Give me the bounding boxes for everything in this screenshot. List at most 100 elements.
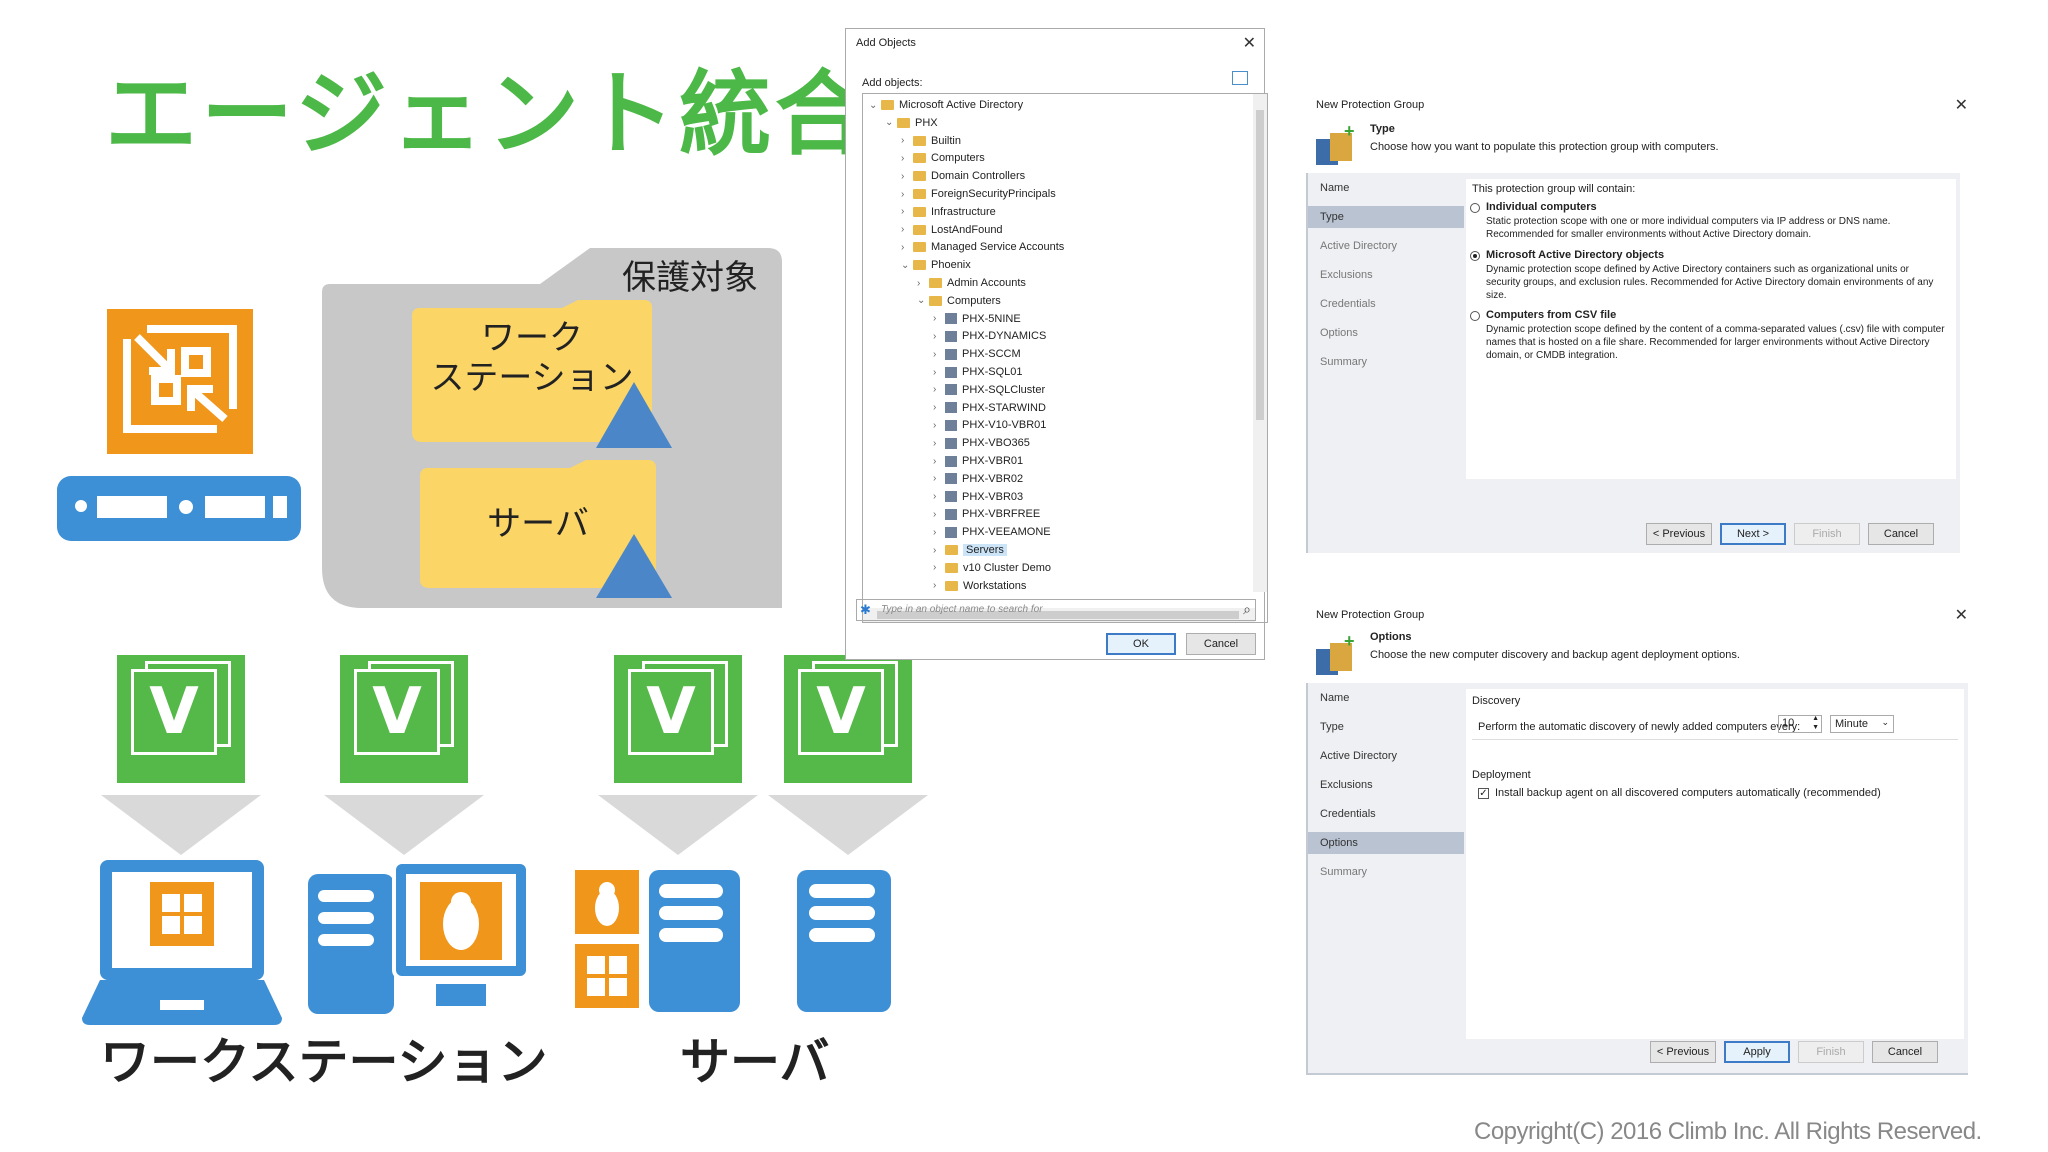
previous-button[interactable]: < Previous: [1650, 1041, 1716, 1063]
tree-item[interactable]: › PHX-SQLCluster: [869, 381, 1045, 399]
chevron-right-icon[interactable]: ›: [933, 367, 945, 378]
chevron-right-icon[interactable]: ›: [901, 242, 913, 253]
tree-item[interactable]: › PHX-SQL01: [869, 363, 1023, 381]
wizard-step-exclusions[interactable]: Exclusions: [1308, 774, 1464, 796]
tree-item[interactable]: ⌄ Phoenix: [869, 256, 971, 274]
computer-icon: [945, 455, 957, 467]
search-box[interactable]: ✱ Type in an object name to search for ⌕: [856, 599, 1256, 621]
chevron-right-icon[interactable]: ›: [933, 313, 945, 324]
tree-item[interactable]: › Servers: [869, 541, 1007, 559]
chevron-right-icon[interactable]: ›: [933, 473, 945, 484]
chevron-right-icon[interactable]: ›: [901, 224, 913, 235]
discovery-interval-value[interactable]: 10: [1782, 717, 1794, 729]
cancel-button[interactable]: Cancel: [1868, 523, 1934, 545]
chevron-right-icon[interactable]: ›: [933, 509, 945, 520]
wizard-step-credentials[interactable]: Credentials: [1308, 293, 1464, 315]
chevron-right-icon[interactable]: ›: [901, 206, 913, 217]
chevron-right-icon[interactable]: ›: [933, 545, 945, 556]
chevron-right-icon[interactable]: ›: [901, 153, 913, 164]
tree-item[interactable]: › LostAndFound: [869, 221, 1003, 239]
tree-item[interactable]: › PHX-VEEAMONE: [869, 523, 1051, 541]
tree-item[interactable]: › PHX-SCCM: [869, 345, 1021, 363]
tree-item[interactable]: › PHX-VBR02: [869, 470, 1023, 488]
chevron-right-icon[interactable]: ›: [933, 420, 945, 431]
close-icon[interactable]: ✕: [1955, 605, 1968, 625]
chevron-right-icon[interactable]: ›: [933, 402, 945, 413]
chevron-right-icon[interactable]: ›: [933, 349, 945, 360]
wizard-step-type[interactable]: Type: [1308, 716, 1464, 738]
chevron-right-icon[interactable]: ›: [901, 171, 913, 182]
tree-item[interactable]: › Workstations: [869, 577, 1026, 595]
tree-item[interactable]: ⌄ Computers: [869, 292, 1001, 310]
chevron-right-icon[interactable]: ›: [933, 456, 945, 467]
chevron-right-icon[interactable]: ›: [933, 331, 945, 342]
wizard-step-name[interactable]: Name: [1308, 177, 1464, 199]
close-icon[interactable]: ✕: [1955, 95, 1968, 115]
radio-button[interactable]: [1470, 251, 1480, 261]
chevron-right-icon[interactable]: ›: [901, 189, 913, 200]
tree-item[interactable]: › PHX-VBO365: [869, 434, 1030, 452]
discovery-unit-select[interactable]: Minute ⌄: [1830, 715, 1894, 733]
veeam-agent-icon: V: [117, 655, 245, 783]
chevron-down-icon[interactable]: ⌄: [869, 100, 881, 111]
tree-item-label: Workstations: [963, 579, 1027, 592]
wizard-step-exclusions[interactable]: Exclusions: [1308, 264, 1464, 286]
tree-item[interactable]: › Domain Controllers: [869, 167, 1025, 185]
tree-item[interactable]: › PHX-VBR03: [869, 488, 1023, 506]
tree-item[interactable]: ⌄ PHX: [869, 114, 938, 132]
previous-button[interactable]: < Previous: [1646, 523, 1712, 545]
chevron-right-icon[interactable]: ›: [901, 135, 913, 146]
discovery-interval-stepper[interactable]: 10 ▲ ▼: [1778, 715, 1822, 733]
search-icon[interactable]: ⌕: [1243, 601, 1251, 618]
tree-item[interactable]: › PHX-VBRFREE: [869, 505, 1040, 523]
search-input[interactable]: Type in an object name to search for: [881, 604, 1043, 615]
chevron-down-icon[interactable]: ⌄: [885, 117, 897, 128]
tree-item[interactable]: ⌄ Microsoft Active Directory: [869, 96, 1023, 114]
radio-button[interactable]: [1470, 311, 1480, 321]
tree-item[interactable]: › PHX-VBR01: [869, 452, 1023, 470]
refresh-icon[interactable]: [1232, 71, 1248, 85]
finish-button[interactable]: Finish: [1798, 1041, 1864, 1063]
tree-item[interactable]: › PHX-STARWIND: [869, 399, 1046, 417]
wizard-step-active-directory[interactable]: Active Directory: [1308, 745, 1464, 767]
wizard-step-summary[interactable]: Summary: [1308, 861, 1464, 883]
tree-item[interactable]: › PHX-DYNAMICS: [869, 327, 1046, 345]
deployment-checkbox[interactable]: ✓: [1478, 788, 1489, 799]
wizard-step-type[interactable]: Type: [1308, 206, 1464, 228]
tree-item[interactable]: › Computers: [869, 149, 985, 167]
ok-button[interactable]: OK: [1106, 633, 1176, 655]
cancel-button[interactable]: Cancel: [1186, 633, 1256, 655]
stepper-arrows-icon[interactable]: ▲ ▼: [1812, 714, 1819, 732]
wizard-step-credentials[interactable]: Credentials: [1308, 803, 1464, 825]
chevron-right-icon[interactable]: ›: [933, 438, 945, 449]
tree-item[interactable]: › Infrastructure: [869, 203, 996, 221]
tree-item[interactable]: › PHX-5NINE: [869, 310, 1021, 328]
finish-button[interactable]: Finish: [1794, 523, 1860, 545]
chevron-right-icon[interactable]: ›: [933, 580, 945, 591]
chevron-right-icon[interactable]: ›: [933, 384, 945, 395]
next-button[interactable]: Next >: [1720, 523, 1786, 545]
wizard-step-options[interactable]: Options: [1308, 832, 1464, 854]
tree-item[interactable]: › Managed Service Accounts: [869, 238, 1064, 256]
search-filter-icon[interactable]: ✱: [860, 602, 871, 618]
cancel-button[interactable]: Cancel: [1872, 1041, 1938, 1063]
tree-item[interactable]: › v10 Cluster Demo: [869, 559, 1051, 577]
close-icon[interactable]: ✕: [1243, 33, 1256, 53]
tree-item[interactable]: › PHX-V10-VBR01: [869, 416, 1046, 434]
chevron-right-icon[interactable]: ›: [933, 527, 945, 538]
chevron-down-icon[interactable]: ⌄: [901, 260, 913, 271]
tree-item[interactable]: › Admin Accounts: [869, 274, 1026, 292]
chevron-down-icon[interactable]: ⌄: [917, 295, 929, 306]
tree-item[interactable]: › ForeignSecurityPrincipals: [869, 185, 1056, 203]
wizard-step-active-directory[interactable]: Active Directory: [1308, 235, 1464, 257]
radio-button[interactable]: [1470, 203, 1480, 213]
wizard-step-name[interactable]: Name: [1308, 687, 1464, 709]
chevron-right-icon[interactable]: ›: [917, 278, 929, 289]
wizard-step-summary[interactable]: Summary: [1308, 351, 1464, 373]
apply-button[interactable]: Apply: [1724, 1041, 1790, 1063]
vertical-scrollbar[interactable]: [1253, 94, 1267, 592]
tree-item[interactable]: › Builtin: [869, 132, 961, 150]
chevron-right-icon[interactable]: ›: [933, 562, 945, 573]
wizard-step-options[interactable]: Options: [1308, 322, 1464, 344]
chevron-right-icon[interactable]: ›: [933, 491, 945, 502]
